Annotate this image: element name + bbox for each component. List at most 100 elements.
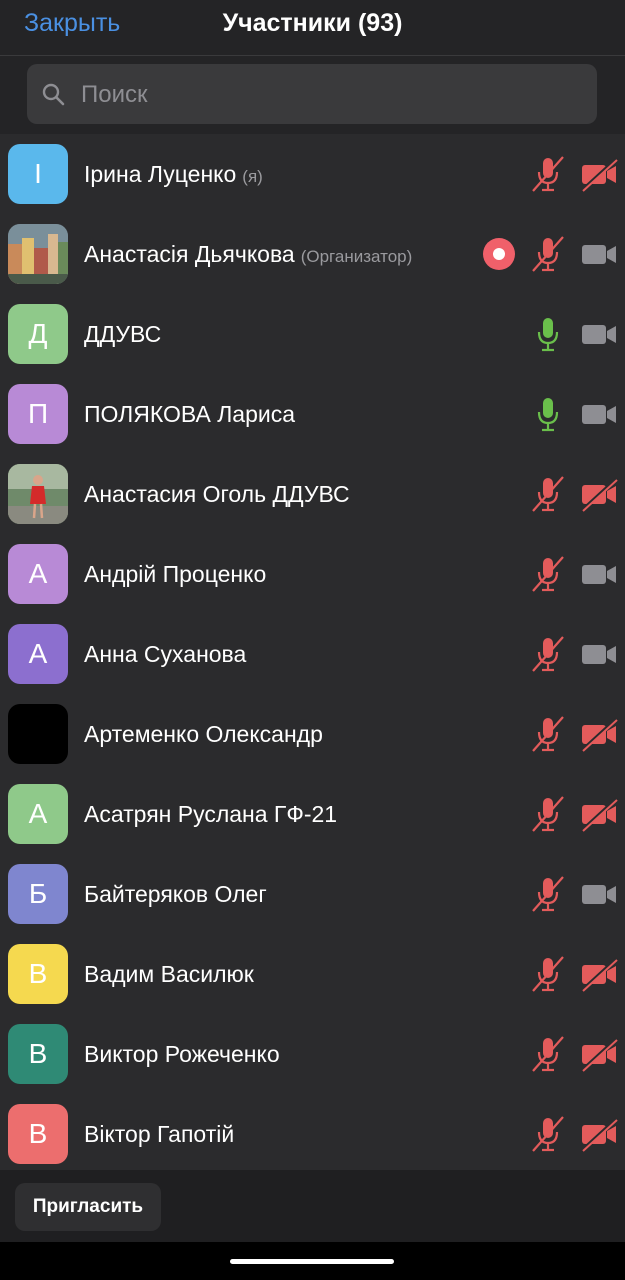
microphone-muted-icon[interactable] (530, 1115, 566, 1153)
microphone-muted-icon[interactable] (530, 155, 566, 193)
recording-icon (483, 238, 515, 270)
participant-row[interactable]: Артеменко Олександр (0, 694, 625, 774)
avatar-initial: А (28, 638, 48, 669)
microphone-muted-icon[interactable] (530, 555, 566, 593)
search-bar (0, 56, 625, 134)
participant-role: (я) (242, 167, 263, 186)
invite-button[interactable]: Пригласить (15, 1183, 161, 1231)
participant-row[interactable]: А Анна Суханова (0, 614, 625, 694)
participant-name-block: Байтеряков Олег (84, 880, 267, 908)
home-indicator[interactable] (230, 1259, 394, 1264)
participant-name-block: ДДУВС (84, 320, 161, 348)
video-camera-off-icon[interactable] (579, 1115, 619, 1153)
avatar: А (8, 624, 68, 684)
video-camera-off-icon[interactable] (579, 155, 619, 193)
search-icon (42, 83, 65, 106)
avatar-photo (8, 224, 68, 284)
video-camera-icon[interactable] (580, 635, 618, 673)
header-bar: Закрыть Участники (93) (0, 0, 625, 56)
video-camera-off-icon[interactable] (579, 475, 619, 513)
avatar-initial: Б (28, 878, 48, 909)
participant-name: Віктор Гапотій (84, 1121, 235, 1147)
search-input[interactable] (79, 64, 583, 126)
avatar-initial: Д (28, 318, 48, 349)
participant-name: Артеменко Олександр (84, 721, 323, 747)
microphone-muted-icon[interactable] (530, 955, 566, 993)
participant-name: Виктор Рожеченко (84, 1041, 280, 1067)
video-camera-icon[interactable] (580, 875, 618, 913)
participant-name-block: Анастасия Оголь ДДУВС (84, 480, 350, 508)
avatar: Д (8, 304, 68, 364)
video-camera-off-icon[interactable] (579, 795, 619, 833)
participant-name: Ірина Луценко (84, 161, 237, 187)
participant-name: Анастасія Дьячкова (84, 241, 295, 267)
avatar-initial: І (34, 158, 42, 189)
participant-name: Анна Суханова (84, 641, 247, 667)
microphone-muted-icon[interactable] (530, 795, 566, 833)
avatar (8, 224, 68, 284)
avatar (8, 464, 68, 524)
microphone-muted-icon[interactable] (530, 875, 566, 913)
video-camera-off-icon[interactable] (579, 1035, 619, 1073)
participant-name-block: Ірина Луценко (я) (84, 160, 263, 191)
bottom-bar: Пригласить (0, 1170, 625, 1242)
avatar: В (8, 1024, 68, 1084)
participant-name-block: Асатрян Руслана ГФ-21 (84, 800, 337, 828)
avatar-initial: В (28, 958, 48, 989)
participant-name-block: Вадим Василюк (84, 960, 254, 988)
avatar-initial: П (27, 398, 49, 429)
video-camera-icon[interactable] (580, 555, 618, 593)
participant-name-block: Віктор Гапотій (84, 1120, 234, 1148)
avatar-initial: В (28, 1038, 48, 1069)
participant-row[interactable]: Б Байтеряков Олег (0, 854, 625, 934)
participant-row[interactable]: Анастасія Дьячкова (Организатор) (0, 214, 625, 294)
participant-name-block: ПОЛЯКОВА Лариса (84, 400, 295, 428)
avatar: П (8, 384, 68, 444)
video-camera-icon[interactable] (580, 235, 618, 273)
participant-name: ПОЛЯКОВА Лариса (84, 401, 296, 427)
participant-row[interactable]: Анастасия Оголь ДДУВС (0, 454, 625, 534)
participant-row[interactable]: А Асатрян Руслана ГФ-21 (0, 774, 625, 854)
video-camera-off-icon[interactable] (579, 955, 619, 993)
avatar: В (8, 944, 68, 1004)
home-indicator-area (0, 1242, 625, 1280)
participant-name-block: Анна Суханова (84, 640, 246, 668)
microphone-muted-icon[interactable] (530, 235, 566, 273)
video-camera-icon[interactable] (580, 315, 618, 353)
avatar-photo (8, 464, 68, 524)
microphone-muted-icon[interactable] (530, 475, 566, 513)
participant-row[interactable]: В Віктор Гапотій (0, 1094, 625, 1174)
microphone-icon[interactable] (530, 315, 566, 353)
participant-name: Андрій Проценко (84, 561, 267, 587)
video-camera-off-icon[interactable] (579, 715, 619, 753)
avatar (8, 704, 68, 764)
participant-name-block: Артеменко Олександр (84, 720, 323, 748)
avatar-initial: А (28, 558, 48, 589)
avatar: В (8, 1104, 68, 1164)
avatar: А (8, 784, 68, 844)
microphone-muted-icon[interactable] (530, 715, 566, 753)
participant-name-block: Анастасія Дьячкова (Организатор) (84, 240, 412, 271)
participant-row[interactable]: В Виктор Рожеченко (0, 1014, 625, 1094)
participant-row[interactable]: П ПОЛЯКОВА Лариса (0, 374, 625, 454)
avatar-initial: А (28, 798, 48, 829)
avatar: Б (8, 864, 68, 924)
participant-name: ДДУВС (84, 321, 162, 347)
participant-row[interactable]: В Вадим Василюк (0, 934, 625, 1014)
participant-name-block: Андрій Проценко (84, 560, 266, 588)
microphone-icon[interactable] (530, 395, 566, 433)
participant-row[interactable]: Д ДДУВС (0, 294, 625, 374)
avatar: І (8, 144, 68, 204)
participant-name: Байтеряков Олег (84, 881, 267, 907)
participant-row[interactable]: І Ірина Луценко (я) (0, 134, 625, 214)
participant-role: (Организатор) (300, 247, 413, 266)
microphone-muted-icon[interactable] (530, 635, 566, 673)
avatar: А (8, 544, 68, 604)
participant-row[interactable]: А Андрій Проценко (0, 534, 625, 614)
search-field[interactable] (27, 64, 597, 126)
microphone-muted-icon[interactable] (530, 1035, 566, 1073)
participant-name: Анастасия Оголь ДДУВС (84, 481, 350, 507)
page-title: Участники (93) (222, 9, 403, 37)
video-camera-icon[interactable] (580, 395, 618, 433)
participant-name: Вадим Василюк (84, 961, 254, 987)
